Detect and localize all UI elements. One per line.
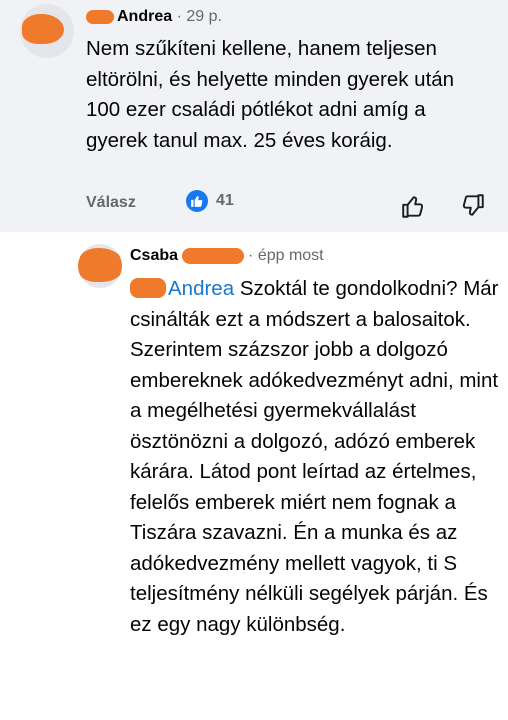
like-count: 41 (216, 192, 234, 209)
comment-text: Nem szűkíteni kellene, hanem teljesen el… (86, 37, 455, 152)
comment-author[interactable]: Andrea (117, 8, 172, 25)
reply-text: Szoktál te gondolkodni? Már csinálták ez… (130, 277, 499, 636)
reply-author[interactable]: Csaba (130, 247, 178, 264)
mention-link[interactable]: Andrea (168, 277, 234, 300)
redacted-surname (182, 247, 245, 264)
like-badge-icon (186, 190, 208, 212)
reply-text-block: Andrea Szoktál te gondolkodni? Már csiná… (130, 274, 500, 640)
first-comment: Andrea · 29 p. Nem szűkíteni kellene, ha… (0, 0, 508, 232)
thumbs-up-icon[interactable] (400, 194, 426, 225)
reaction-summary[interactable]: 41 (186, 190, 234, 212)
reply-button[interactable]: Válasz (86, 194, 136, 212)
reply-time[interactable]: épp most (258, 247, 324, 264)
redacted-mention (130, 278, 166, 298)
redacted-name (86, 9, 114, 24)
avatar[interactable] (20, 4, 74, 58)
comment-time[interactable]: 29 p. (186, 8, 222, 25)
thumbs-down-icon[interactable] (460, 192, 486, 223)
avatar[interactable] (78, 244, 122, 288)
